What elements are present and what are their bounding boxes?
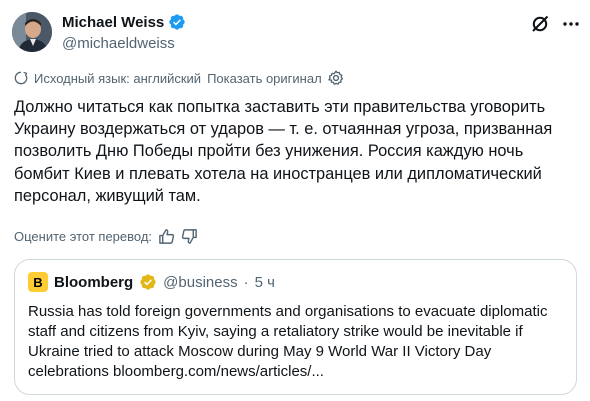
rate-translation-label: Оцените этот перевод:: [14, 229, 153, 244]
show-original-link[interactable]: Показать оригинал: [207, 71, 322, 86]
author-display-name[interactable]: Michael Weiss: [62, 14, 164, 31]
tweet-text: Должно читаться как попытка заставить эт…: [14, 98, 553, 205]
quoted-tweet-card[interactable]: B Bloomberg @business · 5 ч Russia has t…: [14, 259, 577, 395]
grok-icon[interactable]: [530, 14, 550, 34]
verified-badge-icon: [168, 13, 186, 31]
author-avatar[interactable]: [12, 12, 52, 52]
source-language-label: Исходный язык: английский: [34, 70, 202, 86]
quote-separator: ·: [243, 273, 249, 291]
quote-timestamp[interactable]: 5 ч: [255, 274, 275, 291]
quote-text: Russia has told foreign governments and …: [28, 303, 548, 380]
quote-handle[interactable]: @business: [163, 274, 237, 291]
thumbs-up-icon[interactable]: [158, 228, 175, 245]
author-handle[interactable]: @michaeldweiss: [62, 35, 175, 52]
more-icon[interactable]: [561, 14, 581, 34]
quote-display-name[interactable]: Bloomberg: [54, 274, 133, 291]
gear-icon[interactable]: [327, 70, 344, 86]
bloomberg-logo[interactable]: B: [28, 272, 48, 292]
gold-verified-badge-icon: [139, 273, 157, 291]
translate-icon: [14, 71, 28, 85]
thumbs-down-icon[interactable]: [181, 228, 198, 245]
